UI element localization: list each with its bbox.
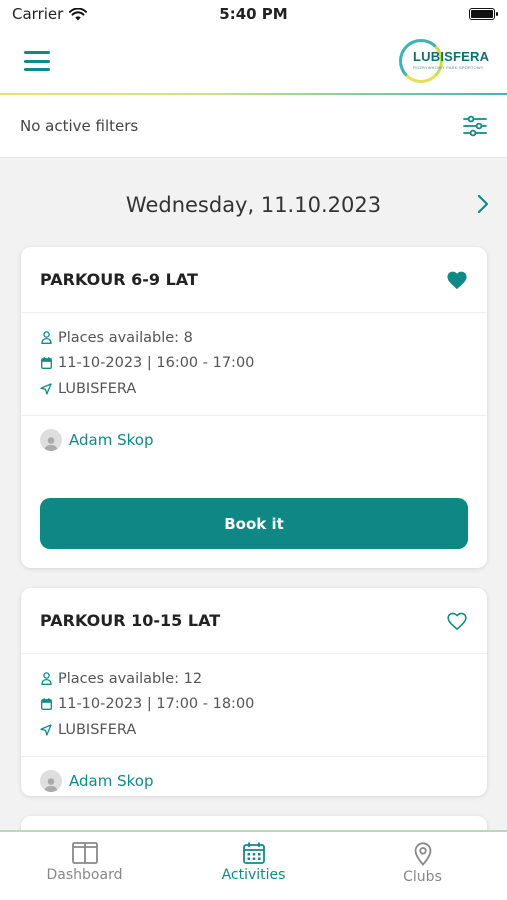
calendar-icon <box>40 357 52 370</box>
places-row: Places available: 12 <box>40 666 468 692</box>
nav-dashboard[interactable]: Dashboard <box>0 832 169 900</box>
trainer-row[interactable]: Adam Skop <box>21 757 487 805</box>
bottom-nav: Dashboard Activities Clubs <box>0 830 507 900</box>
avatar <box>40 769 62 792</box>
location-row: LUBISFERA <box>40 717 468 743</box>
date-selector: Wednesday, 11.10.2023 <box>0 186 507 224</box>
logo-text: LUBISFERA <box>413 49 490 64</box>
location-pin-icon <box>414 842 431 866</box>
lubisfera-logo: LUBISFERA ROZRYWKOWY PARK SPORTOWY <box>399 37 490 85</box>
activity-location: LUBISFERA <box>58 380 137 397</box>
hamburger-menu-icon[interactable] <box>24 51 50 71</box>
dashboard-icon <box>71 842 98 864</box>
location-row: LUBISFERA <box>40 376 468 402</box>
nav-label: Activities <box>221 867 286 883</box>
trainer-row[interactable]: Adam Skop <box>21 416 487 464</box>
nav-label: Dashboard <box>46 867 123 883</box>
activity-datetime: 11-10-2023 | 16:00 - 17:00 <box>58 355 255 372</box>
nav-clubs[interactable]: Clubs <box>338 832 507 900</box>
places-row: Places available: 8 <box>40 325 468 351</box>
calendar-icon <box>242 842 265 864</box>
trainer-name[interactable]: Adam Skop <box>69 431 153 449</box>
datetime-row: 11-10-2023 | 17:00 - 18:00 <box>40 692 468 718</box>
selected-date: Wednesday, 11.10.2023 <box>125 193 382 217</box>
location-arrow-icon <box>40 724 52 736</box>
trainer-name[interactable]: Adam Skop <box>69 772 153 790</box>
battery-icon <box>469 8 498 20</box>
places-available: Places available: 12 <box>58 670 203 687</box>
heart-filled-icon[interactable] <box>446 270 468 290</box>
calendar-icon <box>40 698 52 711</box>
nav-activities[interactable]: Activities <box>169 832 338 900</box>
activity-title: PARKOUR 10-15 LAT <box>40 611 221 630</box>
card-header: PARKOUR 6-9 LAT <box>21 247 487 313</box>
filter-bar: No active filters <box>0 95 507 158</box>
activity-details: Places available: 12 11-10-2023 | 17:00 … <box>21 654 487 757</box>
activity-details: Places available: 8 11-10-2023 | 16:00 -… <box>21 313 487 416</box>
filter-sliders-icon[interactable] <box>463 115 487 137</box>
person-icon <box>40 672 52 686</box>
book-button[interactable]: Book it <box>40 498 468 549</box>
status-bar: Carrier 5:40 PM <box>0 0 507 28</box>
person-icon <box>40 331 52 345</box>
heart-outline-icon[interactable] <box>446 611 468 631</box>
carrier-label: Carrier <box>12 5 64 23</box>
datetime-row: 11-10-2023 | 16:00 - 17:00 <box>40 351 468 377</box>
wifi-icon <box>69 7 88 20</box>
filter-status: No active filters <box>20 117 139 135</box>
activity-card[interactable]: PARKOUR 10-15 LAT Places available: 12 1… <box>21 588 487 796</box>
places-available: Places available: 8 <box>58 329 193 346</box>
activity-location: LUBISFERA <box>58 721 137 738</box>
logo-subtext: ROZRYWKOWY PARK SPORTOWY <box>413 65 484 70</box>
activity-card[interactable]: PARKOUR 6-9 LAT Places available: 8 11-1… <box>21 247 487 568</box>
location-arrow-icon <box>40 383 52 395</box>
activity-datetime: 11-10-2023 | 17:00 - 18:00 <box>58 696 255 713</box>
avatar <box>40 428 62 451</box>
card-header: PARKOUR 10-15 LAT <box>21 588 487 654</box>
app-header: LUBISFERA ROZRYWKOWY PARK SPORTOWY <box>0 28 507 94</box>
status-left: Carrier <box>12 5 88 23</box>
chevron-right-icon[interactable] <box>477 194 489 214</box>
activity-title: PARKOUR 6-9 LAT <box>40 270 198 289</box>
nav-label: Clubs <box>403 869 442 885</box>
